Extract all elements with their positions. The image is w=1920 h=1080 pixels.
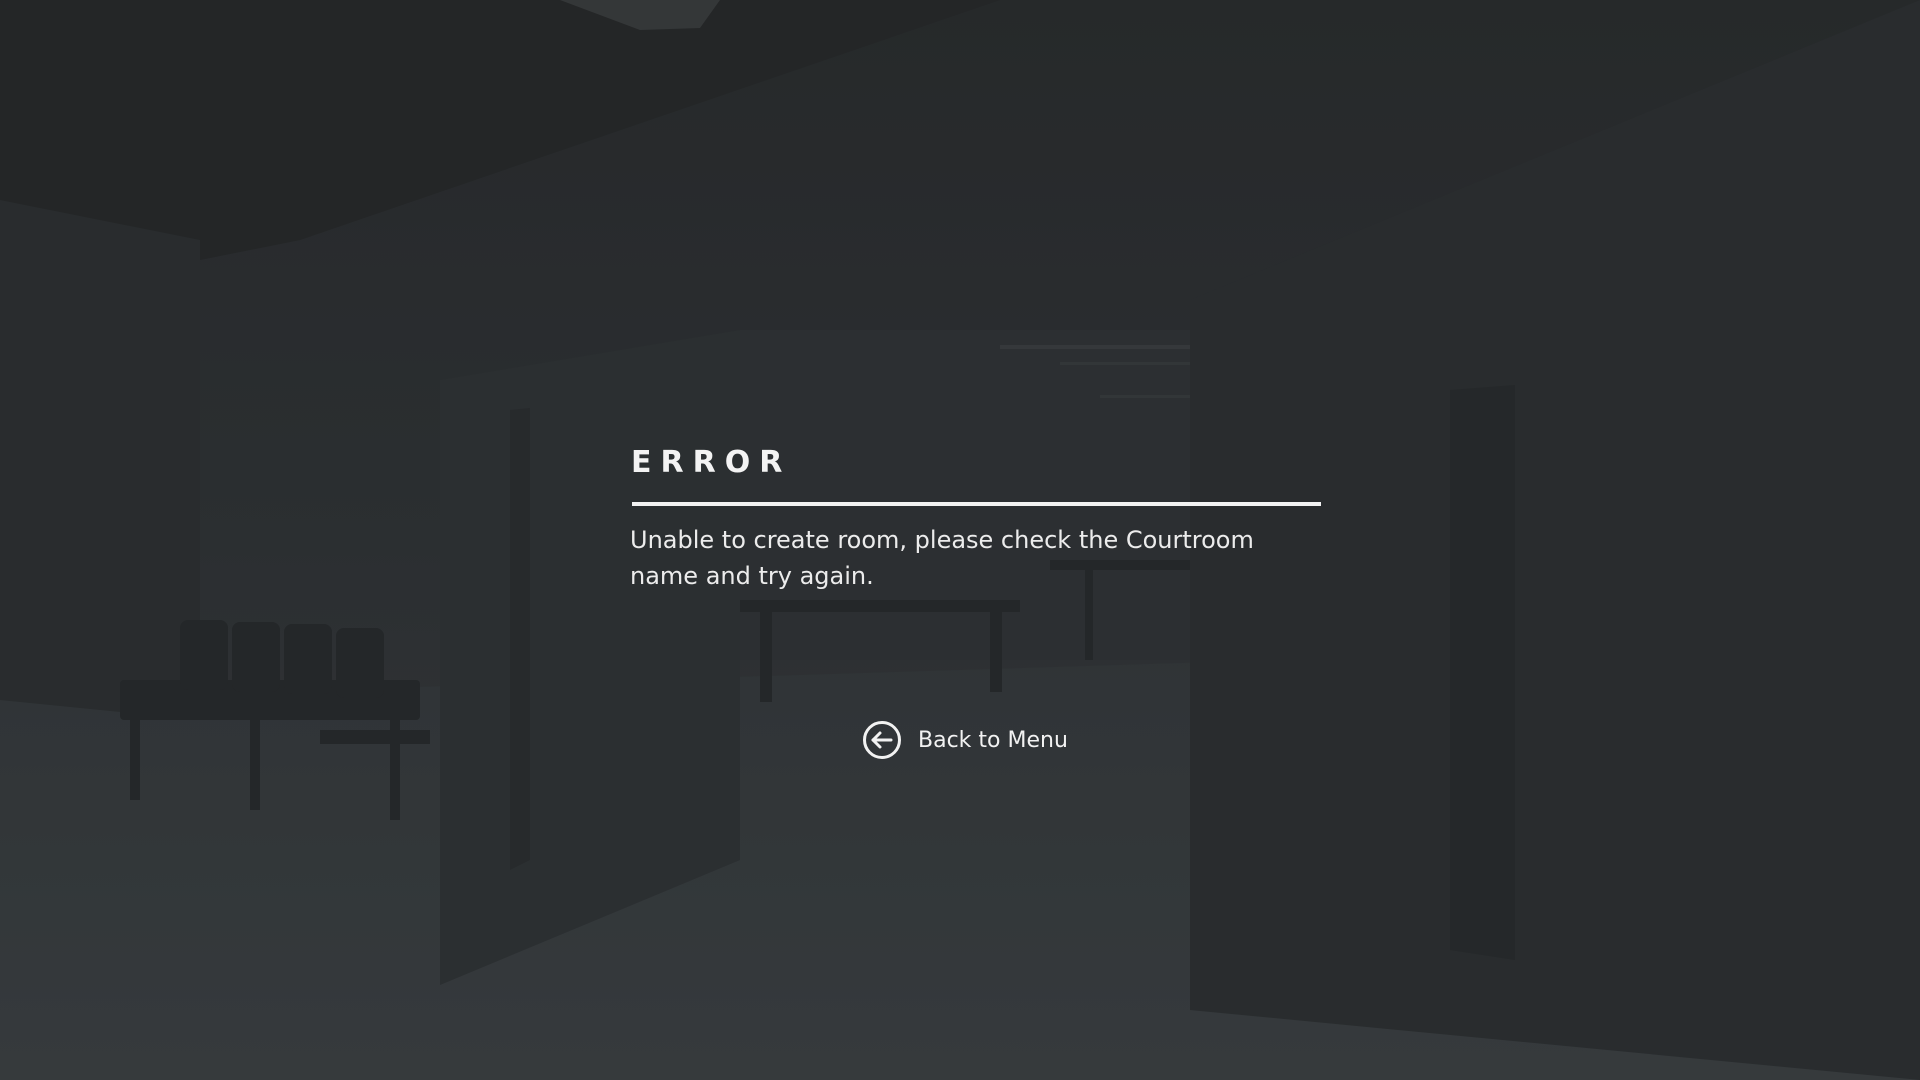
error-dialog: ERROR Unable to create room, please chec… xyxy=(0,0,1920,1080)
back-to-menu-button[interactable]: Back to Menu xyxy=(862,719,1068,761)
error-title: ERROR xyxy=(631,445,792,480)
back-to-menu-label: Back to Menu xyxy=(918,727,1068,753)
arrow-left-circle-icon xyxy=(862,720,902,760)
title-divider xyxy=(632,502,1321,506)
error-message: Unable to create room, please check the … xyxy=(630,526,1254,590)
